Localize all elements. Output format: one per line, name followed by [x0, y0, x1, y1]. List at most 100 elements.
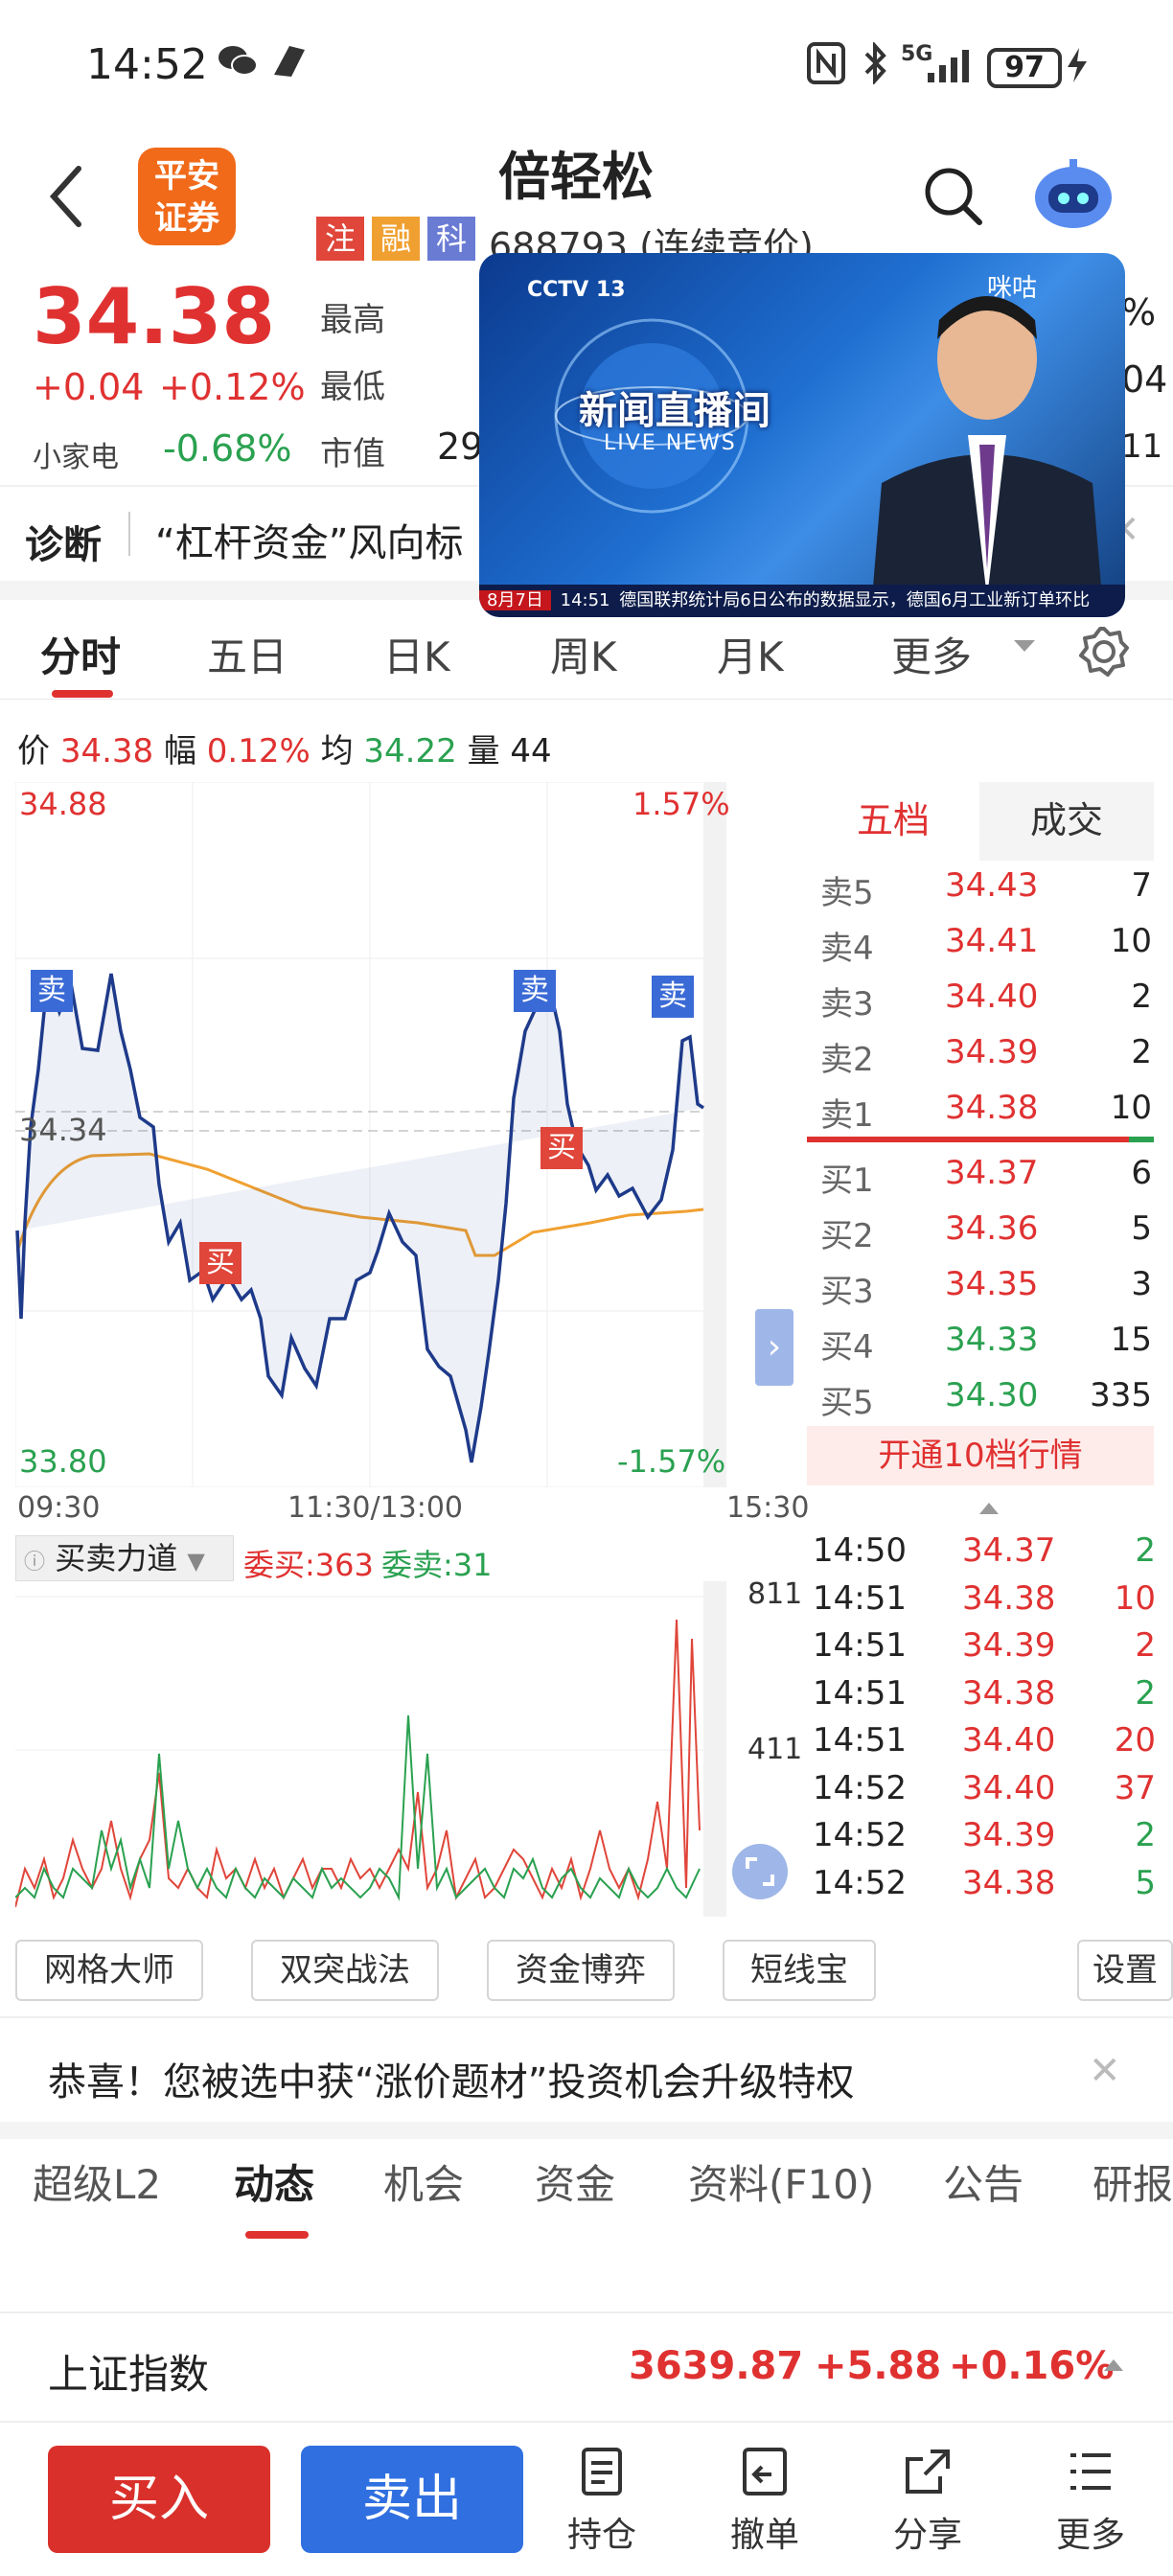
settings-button[interactable]: 设置 — [1077, 1940, 1173, 2001]
tab-five-level[interactable]: 五档 — [807, 782, 979, 861]
info-price-label: 价 — [17, 732, 50, 770]
trade-price: 34.38 — [962, 1863, 1056, 1902]
last-price: 34.38 — [33, 272, 276, 361]
gear-icon[interactable] — [1077, 625, 1131, 682]
holdings-label: 持仓 — [566, 2516, 636, 2555]
tab-f10[interactable]: 资料(F10) — [688, 2152, 874, 2211]
tab-intraday[interactable]: 分时 — [40, 625, 121, 683]
sell-marker[interactable]: 卖 — [31, 970, 73, 1012]
level-volume: 10 — [1110, 1089, 1152, 1127]
buy-marker[interactable]: 买 — [540, 1127, 583, 1169]
more-button[interactable]: 更多 — [1033, 2446, 1148, 2561]
share-label: 分享 — [892, 2516, 962, 2555]
open-10-level-button[interactable]: 开通10档行情 — [807, 1426, 1154, 1485]
level-price: 34.38 — [945, 1089, 1039, 1127]
force-chart — [15, 1581, 726, 1917]
tab-weekly-k[interactable]: 周K — [550, 625, 617, 683]
sell-marker[interactable]: 卖 — [652, 976, 694, 1018]
bid-ask-divider-green — [1129, 1137, 1154, 1142]
close-icon[interactable]: ✕ — [1089, 2049, 1121, 2093]
chart-top-price: 34.88 — [19, 786, 107, 822]
cancel-order-label: 撤单 — [729, 2516, 799, 2555]
info-icon: ⓘ — [24, 1551, 46, 1575]
level-price: 34.30 — [945, 1376, 1039, 1414]
tab-opportunity[interactable]: 机会 — [383, 2152, 464, 2211]
level-label: 卖1 — [820, 1096, 874, 1135]
chart-bottom-price: 33.80 — [19, 1443, 107, 1480]
tab-capital[interactable]: 资金 — [535, 2152, 615, 2211]
search-icon[interactable] — [920, 163, 987, 234]
info-amp: 0.12% — [206, 732, 310, 770]
quote-right-3: 11 — [1121, 427, 1163, 466]
tab-more[interactable]: 更多 — [891, 625, 972, 683]
charging-icon — [1066, 46, 1089, 93]
chart-period-tabs: 分时 五日 日K 周K 月K 更多 — [0, 604, 1173, 700]
level-label: 卖3 — [820, 985, 874, 1024]
robot-assistant-icon[interactable] — [1031, 155, 1116, 236]
tab-research[interactable]: 研报 — [1092, 2152, 1173, 2211]
more-label: 更多 — [1055, 2516, 1125, 2555]
trade-volume: 10 — [1114, 1578, 1156, 1618]
trade-price: 34.38 — [962, 1673, 1056, 1713]
capital-game-button[interactable]: 资金博弈 — [487, 1940, 675, 2001]
level-label: 买1 — [820, 1162, 874, 1200]
price-change: +0.04 — [33, 366, 145, 408]
level-volume: 7 — [1131, 866, 1152, 905]
index-pct: +0.16% — [949, 2344, 1115, 2388]
index-name[interactable]: 上证指数 — [48, 2342, 209, 2401]
holdings-button[interactable]: 持仓 — [544, 2446, 659, 2561]
broker-logo: 平安 证券 — [138, 148, 236, 245]
tab-daily-k[interactable]: 日K — [383, 625, 450, 683]
tab-five-day[interactable]: 五日 — [207, 625, 288, 683]
tab-announcement[interactable]: 公告 — [943, 2152, 1024, 2211]
diag-text[interactable]: “杠杆资金”风向标 — [155, 512, 481, 567]
order-sell-count: 委卖:31 — [381, 1547, 493, 1583]
tab-news[interactable]: 动态 — [234, 2152, 314, 2211]
buy-button[interactable]: 买入 — [48, 2446, 270, 2553]
chart-top-pct: 1.57% — [632, 786, 730, 822]
intraday-chart[interactable] — [15, 782, 726, 1487]
tab-trades[interactable]: 成交 — [979, 782, 1154, 861]
grid-master-button[interactable]: 网格大师 — [15, 1940, 203, 2001]
show-title: 新闻直播间 — [579, 389, 770, 433]
trade-price: 34.39 — [962, 1816, 1056, 1854]
chevron-up-icon[interactable] — [1102, 2358, 1125, 2377]
tab-monthly-k[interactable]: 月K — [717, 625, 784, 683]
expand-chevron-right-icon[interactable]: › — [755, 1309, 794, 1386]
cancel-order-button[interactable]: 撤单 — [707, 2446, 822, 2561]
trade-volume: 2 — [1135, 1673, 1156, 1713]
share-button[interactable]: 分享 — [870, 2446, 985, 2561]
order-buy-count: 委买:363 — [243, 1547, 374, 1583]
pip-video-player[interactable]: CCTV 13 咪咕 新闻直播间 LIVE NEWS 8月7日 14:51 德国… — [479, 253, 1125, 617]
cctv-logo: CCTV 13 — [527, 278, 626, 302]
tab-super-l2[interactable]: 超级L2 — [33, 2152, 161, 2211]
buy-marker[interactable]: 买 — [199, 1242, 242, 1284]
double-breakout-button[interactable]: 双突战法 — [251, 1940, 439, 2001]
mcap-value: 29 — [437, 426, 484, 468]
back-icon[interactable] — [48, 163, 86, 234]
force-selector[interactable]: ⓘ 买卖力道 ▼ — [15, 1535, 234, 1581]
level-label: 买3 — [820, 1273, 874, 1311]
diag-label: 诊断 — [25, 523, 102, 567]
chart-mid-price: 34.34 — [19, 1112, 107, 1148]
mcap-label: 市值 — [320, 435, 385, 473]
short-line-button[interactable]: 短线宝 — [723, 1940, 876, 2001]
section-gap — [0, 2122, 1173, 2139]
chevron-down-icon — [1012, 638, 1037, 659]
time-mid: 11:30/13:00 — [288, 1491, 464, 1525]
force-label: 买卖力道 — [55, 1540, 178, 1576]
info-amp-label: 幅 — [163, 732, 196, 770]
fullscreen-icon[interactable] — [732, 1844, 788, 1899]
time-start: 09:30 — [17, 1491, 101, 1525]
stock-name: 倍轻松 — [498, 147, 654, 207]
bid-ask-divider — [807, 1137, 1154, 1142]
info-avg: 34.22 — [363, 732, 457, 770]
price-change-pct: +0.12% — [159, 366, 306, 408]
trade-price: 34.37 — [962, 1531, 1056, 1570]
sell-marker[interactable]: 卖 — [514, 970, 556, 1012]
signal-icon — [926, 46, 974, 93]
news-anchor-image — [872, 296, 1102, 598]
trade-time: 14:51 — [813, 1673, 907, 1713]
promo-banner[interactable]: 恭喜！您被选中获“涨价题材”投资机会升级特权 — [48, 2051, 854, 2106]
sell-button[interactable]: 卖出 — [301, 2446, 523, 2553]
